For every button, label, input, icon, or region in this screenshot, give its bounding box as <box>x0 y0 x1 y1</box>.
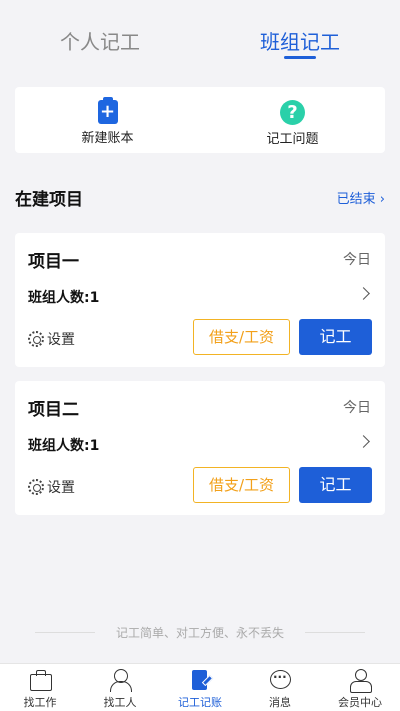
gear-icon <box>28 331 44 347</box>
nav-label: 消息 <box>269 696 291 709</box>
project-date: 今日 <box>343 400 371 416</box>
notebook-icon <box>188 668 212 692</box>
briefcase-icon <box>28 668 52 692</box>
settings-label: 设置 <box>47 332 75 348</box>
project-name: 项目二 <box>28 400 79 420</box>
project-members: 班组人数:1 <box>28 438 100 454</box>
section-title: 在建项目 <box>15 190 83 210</box>
chevron-right-icon[interactable] <box>357 435 370 448</box>
tab-label: 班组记工 <box>260 30 340 54</box>
top-tabs: 个人记工 班组记工 <box>0 0 400 78</box>
nav-label: 记工记账 <box>178 696 222 709</box>
gear-icon <box>28 479 44 495</box>
project-card[interactable]: 项目一 今日 班组人数:1 设置 借支/工资 记工 <box>15 233 385 367</box>
nav-item-member-center[interactable]: 会员中心 <box>320 664 400 711</box>
ended-link-label: 已结束 <box>336 192 376 207</box>
nav-label: 会员中心 <box>338 696 382 709</box>
borrow-salary-button[interactable]: 借支/工资 <box>193 467 290 503</box>
project-name: 项目一 <box>28 252 79 272</box>
tab-personal-record[interactable]: 个人记工 <box>0 0 200 78</box>
slogan-text: 记工简单、对工方便、永不丢失 <box>0 624 400 641</box>
nav-label: 找工人 <box>103 696 137 709</box>
settings-label: 设置 <box>47 480 75 496</box>
section-header: 在建项目 已结束 › <box>15 185 385 210</box>
worker-icon <box>108 668 132 692</box>
chevron-right-icon: › <box>375 192 385 207</box>
project-members: 班组人数:1 <box>28 290 100 306</box>
record-work-button[interactable]: 记工 <box>299 319 372 355</box>
nav-item-record-accounts[interactable]: 记工记账 <box>160 664 240 711</box>
member-icon <box>348 668 372 693</box>
chat-icon <box>268 668 292 692</box>
new-ledger-label: 新建账本 <box>81 131 134 146</box>
record-question-label: 记工问题 <box>266 132 319 147</box>
ended-projects-link[interactable]: 已结束 › <box>337 188 385 207</box>
project-card[interactable]: 项目二 今日 班组人数:1 设置 借支/工资 记工 <box>15 381 385 515</box>
project-date: 今日 <box>343 252 371 268</box>
borrow-salary-button[interactable]: 借支/工资 <box>193 319 290 355</box>
tab-label: 个人记工 <box>60 30 140 54</box>
nav-label: 找工作 <box>23 696 57 709</box>
nav-item-find-worker[interactable]: 找工人 <box>80 664 160 711</box>
tab-team-record[interactable]: 班组记工 <box>200 0 400 78</box>
active-tab-underline <box>284 56 316 59</box>
record-work-button[interactable]: 记工 <box>299 467 372 503</box>
new-ledger-icon: + <box>97 97 118 124</box>
project-settings-button[interactable]: 设置 <box>28 477 75 497</box>
chevron-right-icon[interactable] <box>357 287 370 300</box>
bottom-navigation: 找工作 找工人 记工记账 消息 会员中心 <box>0 663 400 711</box>
quick-actions-panel: + 新建账本 ? 记工问题 <box>15 87 385 153</box>
nav-item-find-job[interactable]: 找工作 <box>0 664 80 711</box>
question-icon: ? <box>280 100 305 125</box>
project-settings-button[interactable]: 设置 <box>28 329 75 349</box>
record-question-button[interactable]: ? 记工问题 <box>200 87 385 153</box>
new-ledger-button[interactable]: + 新建账本 <box>15 87 200 153</box>
nav-item-messages[interactable]: 消息 <box>240 664 320 711</box>
